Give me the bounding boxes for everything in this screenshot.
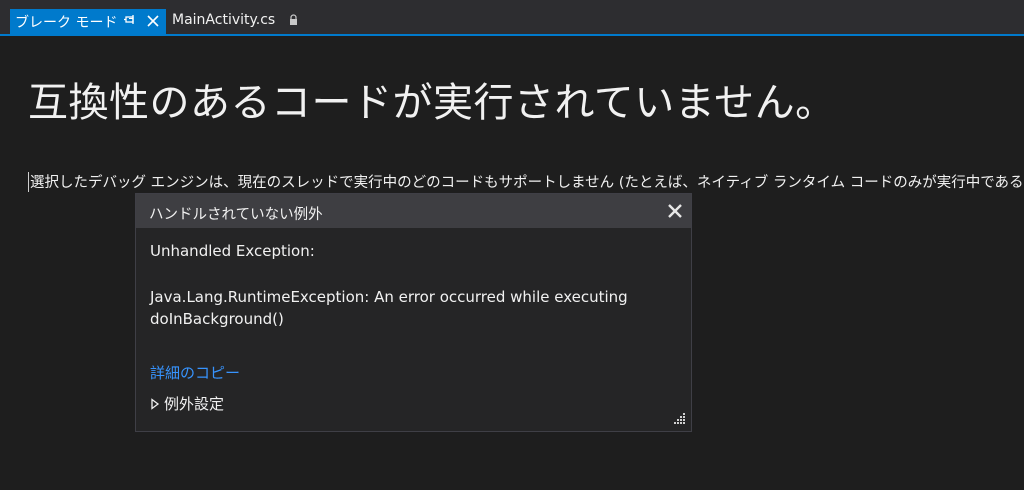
exception-settings-label: 例外設定: [164, 395, 225, 413]
pin-icon[interactable]: [123, 12, 137, 28]
tab-accent-line: [0, 34, 1024, 36]
tab-label: ブレーク モード: [15, 15, 118, 31]
exception-message: Java.Lang.RuntimeException: An error occ…: [150, 288, 628, 306]
description-text: 選択したデバッグ エンジンは、現在のスレッドで実行中のどのコードもサポートしませ…: [30, 175, 1024, 191]
exception-popup: ハンドルされていない例外 Unhandled Exception: Java.L…: [135, 193, 692, 432]
resize-grip-icon[interactable]: [672, 410, 686, 424]
close-icon[interactable]: [666, 202, 684, 220]
lock-icon: [289, 14, 298, 26]
triangle-right-icon: [150, 396, 160, 410]
page-title: 互換性のあるコードが実行されていません。: [28, 80, 836, 126]
close-icon[interactable]: [146, 14, 160, 28]
exception-label: Unhandled Exception:: [150, 242, 315, 260]
exception-settings-toggle[interactable]: 例外設定: [150, 393, 224, 414]
tab-break-mode[interactable]: ブレーク モード: [10, 9, 166, 34]
copy-details-link[interactable]: 詳細のコピー: [150, 362, 240, 383]
text-caret: [28, 172, 29, 192]
tab-main-activity[interactable]: MainActivity.cs: [166, 9, 306, 34]
popup-title: ハンドルされていない例外: [149, 207, 323, 223]
tab-label: MainActivity.cs: [172, 12, 276, 28]
exception-message-continued: doInBackground(): [150, 310, 284, 328]
document-tab-bar: ブレーク モード MainActivity.cs: [0, 0, 1024, 36]
popup-header: ハンドルされていない例外: [136, 194, 691, 228]
